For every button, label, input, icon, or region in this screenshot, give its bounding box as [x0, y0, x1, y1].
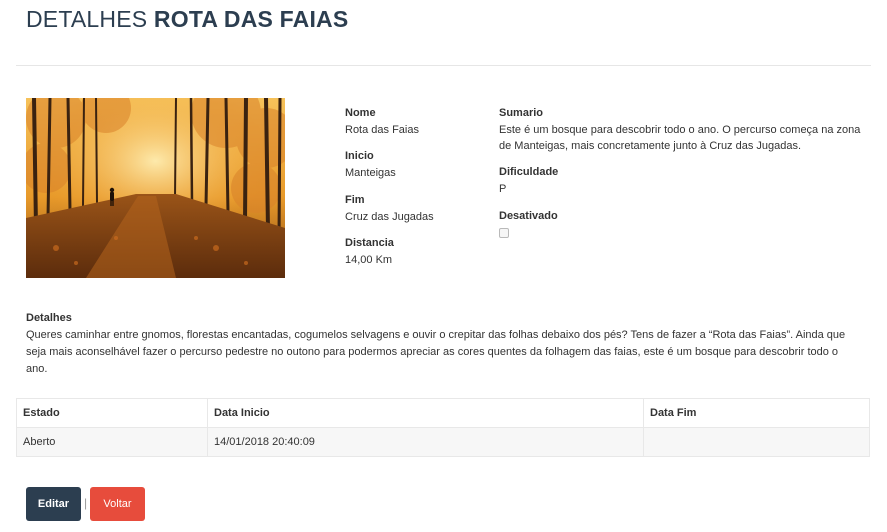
distancia-value: 14,00 Km [345, 254, 393, 266]
header-data-inicio: Data Inicio [207, 398, 644, 428]
details-text: Queres caminhar entre gnomos, florestas … [26, 329, 846, 375]
desativado-label: Desativado [499, 210, 558, 222]
inicio-value: Manteigas [345, 167, 396, 179]
dificuldade-label: Dificuldade [499, 166, 559, 178]
page-title: DETALHES ROTA DAS FAIAS [26, 6, 348, 33]
header-data-fim: Data Fim [643, 398, 870, 428]
sumario-value: Este é um bosque para descobrir todo o a… [499, 124, 861, 152]
field-desativado: Desativado [499, 209, 699, 241]
table-row: Aberto 14/01/2018 20:40:09 [16, 427, 870, 457]
edit-button[interactable]: Editar [26, 487, 81, 521]
inicio-label: Inicio [345, 150, 374, 162]
header-divider [16, 65, 871, 66]
field-inicio: Inicio Manteigas [345, 149, 485, 181]
trail-photo [26, 98, 285, 278]
cell-data-fim [643, 427, 870, 457]
details-label: Detalhes [26, 312, 72, 324]
page-title-name: ROTA DAS FAIAS [153, 6, 349, 32]
button-separator: | [84, 496, 88, 510]
sumario-label: Sumario [499, 107, 544, 119]
nome-label: Nome [345, 107, 376, 119]
back-button[interactable]: Voltar [90, 487, 145, 521]
cell-estado: Aberto [16, 427, 208, 457]
history-table: Estado Data Inicio Data Fim Aberto 14/01… [16, 398, 870, 457]
fim-value: Cruz das Jugadas [345, 211, 434, 223]
fim-label: Fim [345, 194, 365, 206]
cell-data-inicio: 14/01/2018 20:40:09 [207, 427, 644, 457]
nome-value: Rota das Faias [345, 124, 419, 136]
distancia-label: Distancia [345, 237, 394, 249]
field-distancia: Distancia 14,00 Km [345, 236, 485, 268]
header-estado: Estado [16, 398, 208, 428]
desativado-checkbox[interactable] [499, 228, 509, 238]
field-nome: Nome Rota das Faias [345, 106, 485, 138]
table-header-row: Estado Data Inicio Data Fim [16, 398, 870, 428]
field-fim: Fim Cruz das Jugadas [345, 193, 485, 225]
page-title-prefix: DETALHES [26, 6, 148, 32]
dificuldade-value: P [499, 183, 507, 195]
field-sumario: Sumario Este é um bosque para descobrir … [499, 106, 874, 154]
field-dificuldade: Dificuldade P [499, 165, 699, 197]
details-section: Detalhes Queres caminhar entre gnomos, f… [26, 311, 856, 378]
